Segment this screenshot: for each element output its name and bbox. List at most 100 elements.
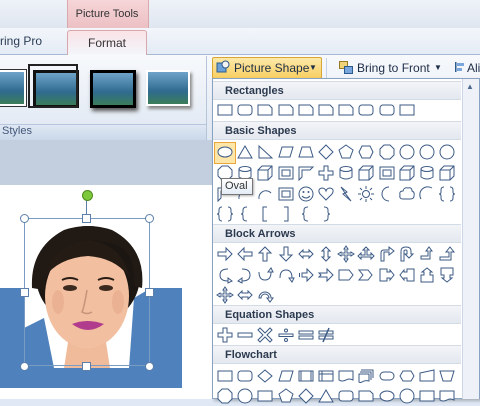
fMan-shape-icon[interactable] <box>417 366 437 386</box>
pent-shape-icon[interactable] <box>336 142 356 162</box>
fDoc-shape-icon[interactable] <box>336 366 356 386</box>
div-shape-icon[interactable] <box>276 325 296 345</box>
picture-style-thumb[interactable] <box>146 70 190 106</box>
sqb2-shape-icon[interactable] <box>276 204 296 224</box>
arL-shape-icon[interactable] <box>235 244 255 264</box>
bolt-shape-icon[interactable] <box>336 184 356 204</box>
oval-shape-icon[interactable] <box>377 386 397 406</box>
mult-shape-icon[interactable] <box>255 325 275 345</box>
pent-shape-icon[interactable] <box>276 386 296 406</box>
rect-shape-icon[interactable] <box>255 386 275 406</box>
resize-handle-left[interactable] <box>20 288 29 297</box>
plus-shape-icon[interactable] <box>215 325 235 345</box>
trap-shape-icon[interactable] <box>296 142 316 162</box>
chev-shape-icon[interactable] <box>356 265 376 285</box>
arLR-shape-icon[interactable] <box>235 285 255 305</box>
rtri-shape-icon[interactable] <box>255 142 275 162</box>
brkt-shape-icon[interactable] <box>437 184 457 204</box>
resize-handle-right[interactable] <box>145 288 154 297</box>
curvR-shape-icon[interactable] <box>215 265 235 285</box>
cube-shape-icon[interactable] <box>397 163 417 183</box>
arR-shape-icon[interactable] <box>215 244 235 264</box>
curvU-shape-icon[interactable] <box>255 265 275 285</box>
chevron-down-icon[interactable]: ▼ <box>434 63 442 72</box>
tri-shape-icon[interactable] <box>235 142 255 162</box>
snip-shape-icon[interactable] <box>356 386 376 406</box>
sqb-shape-icon[interactable] <box>255 204 275 224</box>
fAlt-shape-icon[interactable] <box>235 366 255 386</box>
heart-shape-icon[interactable] <box>316 184 336 204</box>
notched-shape-icon[interactable] <box>316 265 336 285</box>
pentA-shape-icon[interactable] <box>336 265 356 285</box>
can-shape-icon[interactable] <box>336 163 356 183</box>
resize-handle-bottom-left[interactable] <box>20 362 29 371</box>
rrect-shape-icon[interactable] <box>235 100 255 120</box>
tab-proofing[interactable]: ring Pro <box>0 28 66 54</box>
curvD-shape-icon[interactable] <box>276 265 296 285</box>
scroll-up-arrow-icon[interactable]: ▲ <box>462 79 478 95</box>
cloud-shape-icon[interactable] <box>397 184 417 204</box>
rect-shape-icon[interactable] <box>417 386 437 406</box>
fPrep-shape-icon[interactable] <box>397 366 417 386</box>
rect-shape-icon[interactable] <box>215 100 235 120</box>
plus-shape-icon[interactable] <box>316 163 336 183</box>
picture-styles-gallery[interactable] <box>0 58 205 120</box>
resize-handle-top-right[interactable] <box>145 214 154 223</box>
lbr-shape-icon[interactable] <box>235 204 255 224</box>
rrect-shape-icon[interactable] <box>356 100 376 120</box>
oval-shape-icon[interactable] <box>215 142 235 162</box>
uturn-shape-icon[interactable] <box>397 244 417 264</box>
fProc-shape-icon[interactable] <box>215 366 235 386</box>
arcs-shape-icon[interactable] <box>417 184 437 204</box>
fInt-shape-icon[interactable] <box>316 366 336 386</box>
picture-style-thumb[interactable] <box>90 70 136 108</box>
snip-shape-icon[interactable] <box>296 100 316 120</box>
circA-shape-icon[interactable] <box>255 285 275 305</box>
cube-shape-icon[interactable] <box>255 163 275 183</box>
lbr-shape-icon[interactable] <box>296 204 316 224</box>
curvL-shape-icon[interactable] <box>235 265 255 285</box>
arU-shape-icon[interactable] <box>255 244 275 264</box>
ar4-shape-icon[interactable] <box>215 285 235 305</box>
fPre-shape-icon[interactable] <box>296 366 316 386</box>
callL-shape-icon[interactable] <box>397 265 417 285</box>
diam-shape-icon[interactable] <box>296 386 316 406</box>
resize-handle-top-left[interactable] <box>20 214 29 223</box>
smile-shape-icon[interactable] <box>296 184 316 204</box>
rect-shape-icon[interactable] <box>397 100 417 120</box>
oct-shape-icon[interactable] <box>377 142 397 162</box>
brkt-shape-icon[interactable] <box>215 204 235 224</box>
minus-shape-icon[interactable] <box>235 325 255 345</box>
hex-shape-icon[interactable] <box>356 142 376 162</box>
moon-shape-icon[interactable] <box>377 184 397 204</box>
eq-shape-icon[interactable] <box>296 325 316 345</box>
circ-shape-icon[interactable] <box>417 142 437 162</box>
callD-shape-icon[interactable] <box>437 265 457 285</box>
ar4-shape-icon[interactable] <box>336 244 356 264</box>
rotation-handle[interactable] <box>82 190 93 201</box>
oct-shape-icon[interactable] <box>215 386 235 406</box>
circ-shape-icon[interactable] <box>235 386 255 406</box>
frame-shape-icon[interactable] <box>377 163 397 183</box>
arT-shape-icon[interactable] <box>356 244 376 264</box>
can-shape-icon[interactable] <box>417 163 437 183</box>
bentup-shape-icon[interactable] <box>437 244 457 264</box>
diam-shape-icon[interactable] <box>316 142 336 162</box>
para-shape-icon[interactable] <box>276 142 296 162</box>
fDec-shape-icon[interactable] <box>255 366 275 386</box>
picture-style-thumb[interactable] <box>0 70 26 106</box>
cube-shape-icon[interactable] <box>437 163 457 183</box>
bring-to-front-button[interactable]: Bring to Front <box>357 61 430 75</box>
rrect-shape-icon[interactable] <box>336 386 356 406</box>
arc-shape-icon[interactable] <box>255 184 275 204</box>
circ-shape-icon[interactable] <box>437 142 457 162</box>
fDoc-shape-icon[interactable] <box>437 386 457 406</box>
tab-format[interactable]: Format <box>67 30 147 56</box>
align-button[interactable]: Ali <box>467 61 480 75</box>
rbr-shape-icon[interactable] <box>316 204 336 224</box>
arD-shape-icon[interactable] <box>276 244 296 264</box>
snip-shape-icon[interactable] <box>255 100 275 120</box>
neq-shape-icon[interactable] <box>316 325 336 345</box>
striped-shape-icon[interactable] <box>296 265 316 285</box>
circ-shape-icon[interactable] <box>397 386 417 406</box>
